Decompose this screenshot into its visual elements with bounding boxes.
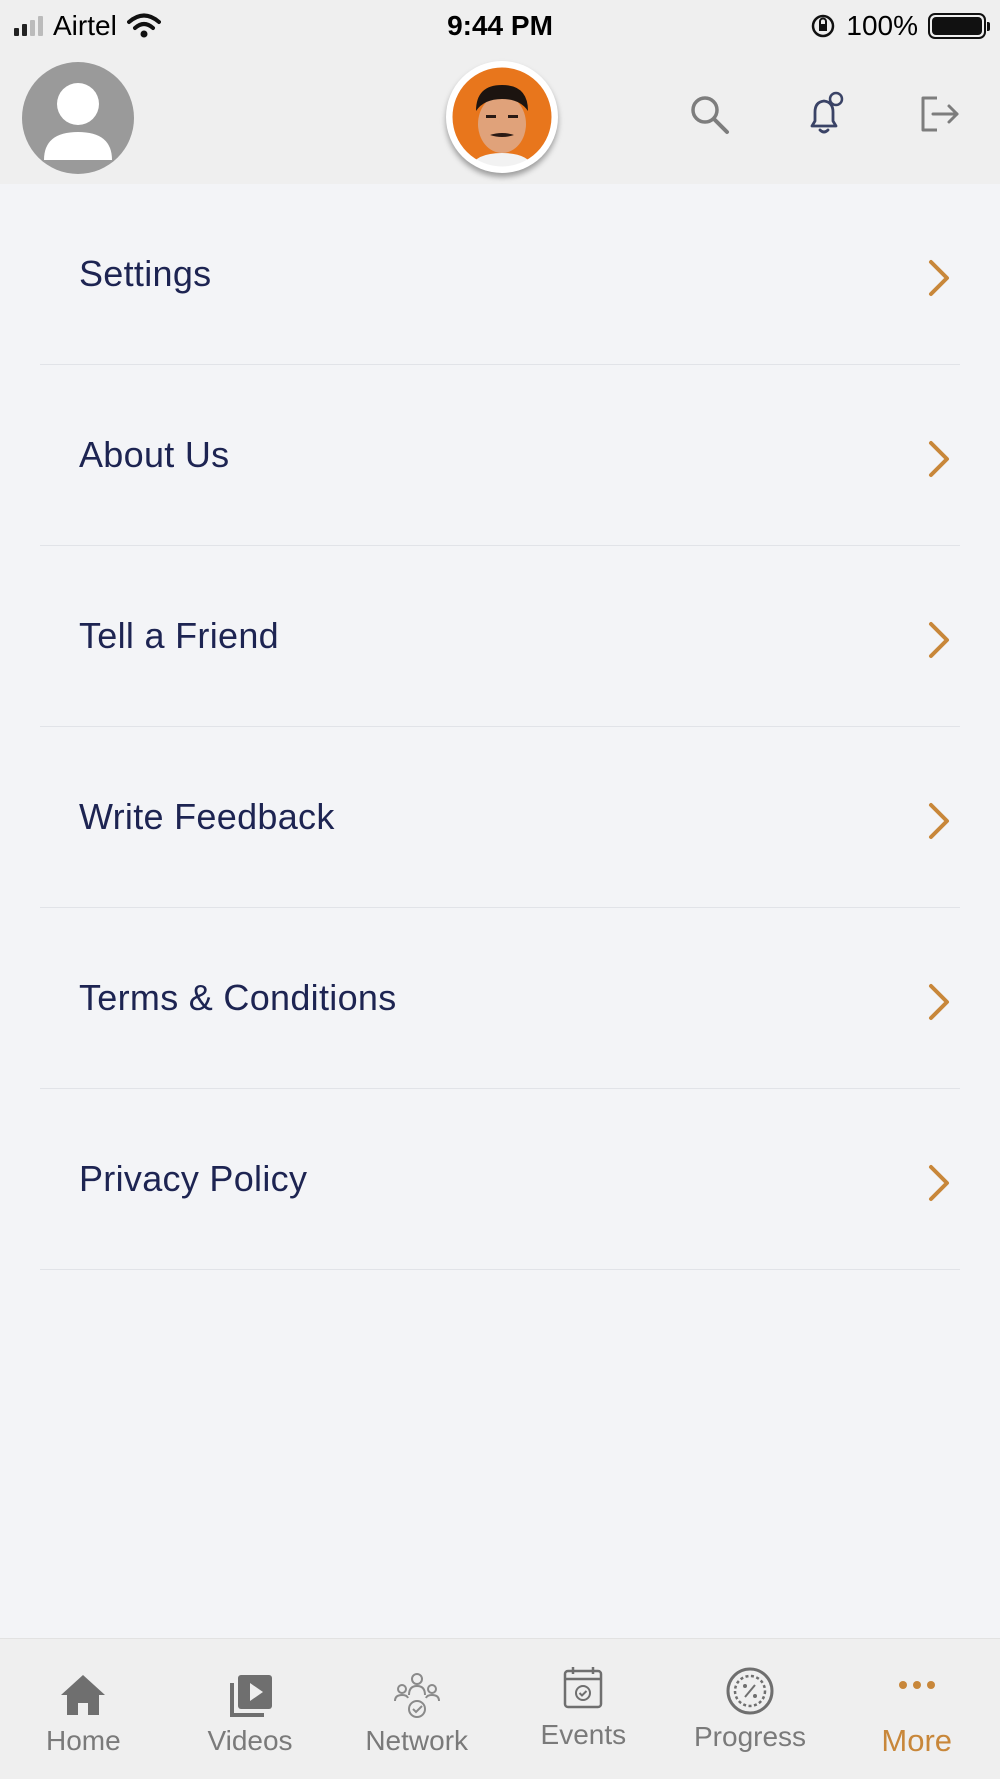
tab-progress[interactable]: Progress <box>667 1639 834 1779</box>
more-menu-list: Settings About Us Tell a Friend Write Fe… <box>0 184 1000 1270</box>
more-icon <box>898 1681 935 1689</box>
menu-item-label: About Us <box>79 434 230 475</box>
brand-logo[interactable] <box>446 61 558 173</box>
tab-label: Progress <box>694 1721 807 1752</box>
tab-label: Home <box>45 1725 121 1756</box>
tab-label: Videos <box>207 1725 293 1756</box>
menu-item-write-feedback[interactable]: Write Feedback <box>40 727 960 908</box>
chevron-right-icon <box>929 984 949 1020</box>
tab-label: More <box>881 1723 953 1758</box>
chevron-right-icon <box>929 622 949 658</box>
chevron-right-icon <box>929 1165 949 1201</box>
tab-videos[interactable]: Videos <box>167 1639 334 1779</box>
menu-item-label: Privacy Policy <box>79 1158 308 1199</box>
tab-network[interactable]: Network <box>333 1639 500 1779</box>
logout-icon[interactable] <box>915 90 963 138</box>
tab-home[interactable]: Home <box>0 1639 167 1779</box>
menu-item-settings[interactable]: Settings <box>40 184 960 365</box>
app-header <box>0 52 1000 184</box>
menu-item-terms-conditions[interactable]: Terms & Conditions <box>40 908 960 1089</box>
menu-item-tell-a-friend[interactable]: Tell a Friend <box>40 546 960 727</box>
tab-more[interactable]: More <box>833 1639 1000 1779</box>
menu-item-about-us[interactable]: About Us <box>40 365 960 546</box>
chevron-right-icon <box>929 441 949 477</box>
tab-events[interactable]: Events <box>500 1639 667 1779</box>
battery-percent: 100% <box>846 10 918 41</box>
user-silhouette-icon <box>44 83 112 160</box>
tab-label: Events <box>540 1719 627 1750</box>
calendar-icon <box>564 1667 603 1709</box>
bottom-tab-bar: Home Videos Network Events Progress More <box>0 1638 1000 1779</box>
progress-icon <box>726 1667 774 1715</box>
menu-item-label: Tell a Friend <box>79 615 279 656</box>
chevron-right-icon <box>929 260 949 296</box>
status-right: 100% <box>810 8 990 44</box>
bell-icon[interactable] <box>800 90 848 138</box>
profile-avatar[interactable] <box>22 62 134 174</box>
status-bar: Airtel 9:44 PM 100% <box>0 0 1000 52</box>
brand-portrait-image <box>449 64 555 170</box>
menu-item-label: Terms & Conditions <box>79 977 397 1018</box>
tab-label: Network <box>365 1725 469 1756</box>
menu-item-privacy-policy[interactable]: Privacy Policy <box>40 1089 960 1270</box>
videos-icon <box>230 1675 272 1717</box>
menu-item-label: Write Feedback <box>79 796 335 837</box>
battery-icon <box>928 13 990 39</box>
search-icon[interactable] <box>685 90 733 138</box>
network-icon <box>393 1673 440 1718</box>
rotation-lock-icon <box>812 14 835 38</box>
chevron-right-icon <box>929 803 949 839</box>
menu-item-label: Settings <box>79 253 212 294</box>
home-icon <box>61 1675 106 1715</box>
